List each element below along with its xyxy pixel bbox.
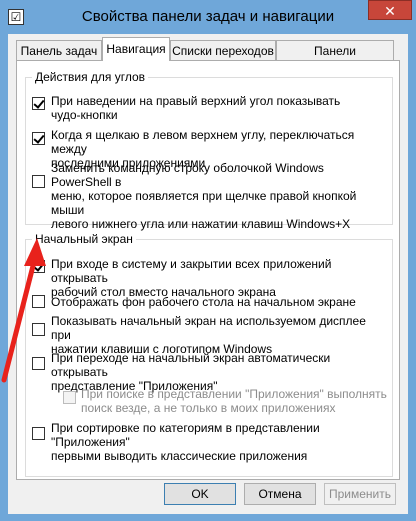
desktop-background-option-label: Отображать фон рабочего стола на начальн… xyxy=(51,295,356,309)
search-everywhere-checkbox[interactable] xyxy=(63,391,76,404)
tab-navigation[interactable]: Навигация xyxy=(102,37,170,61)
boot-to-desktop-option-label: При входе в систему и закрытии всех прил… xyxy=(51,257,332,299)
apps-view-checkbox[interactable] xyxy=(32,357,45,370)
tab-panel-navigation: Действия для углов При наведении на прав… xyxy=(16,60,400,480)
corners-group-title: Действия для углов xyxy=(32,70,149,84)
apply-button[interactable]: Применить xyxy=(324,483,396,505)
charms-checkbox[interactable] xyxy=(32,97,45,110)
tab-taskbar[interactable]: Панель задач xyxy=(16,40,102,60)
start-on-display-option-label: Показывать начальный экран на используем… xyxy=(51,314,366,356)
boot-to-desktop-checkbox[interactable] xyxy=(32,260,45,273)
ok-button[interactable]: OK xyxy=(164,483,236,505)
switch-apps-checkbox[interactable] xyxy=(32,132,45,145)
window-title: Свойства панели задач и навигации xyxy=(81,8,335,25)
desktop-background-checkbox[interactable] xyxy=(32,295,45,308)
tab-toolbars[interactable]: Панели инструментов xyxy=(276,40,394,78)
powershell-option-label: Заменить командную строку оболочкой Wind… xyxy=(51,161,357,231)
desktop-apps-first-option-label: При сортировке по категориям в представл… xyxy=(51,421,320,463)
cancel-button[interactable]: Отмена xyxy=(244,483,316,505)
powershell-checkbox[interactable] xyxy=(32,175,45,188)
title-bar[interactable]: ☑ Свойства панели задач и навигации ✕ xyxy=(0,0,416,34)
close-button[interactable]: ✕ xyxy=(368,0,412,20)
start-screen-group-title: Начальный экран xyxy=(32,232,136,246)
desktop-apps-first-checkbox[interactable] xyxy=(32,427,45,440)
start-on-display-checkbox[interactable] xyxy=(32,323,45,336)
dialog-window: ☑ Свойства панели задач и навигации ✕ Па… xyxy=(0,0,416,521)
dialog-client-area: Панель задач Навигация Списки переходов … xyxy=(8,34,408,514)
charms-option-label: При наведении на правый верхний угол пок… xyxy=(51,94,341,122)
tab-jump-lists[interactable]: Списки переходов xyxy=(170,40,276,60)
search-everywhere-option-label: При поиске в представлении "Приложения" … xyxy=(81,387,387,415)
